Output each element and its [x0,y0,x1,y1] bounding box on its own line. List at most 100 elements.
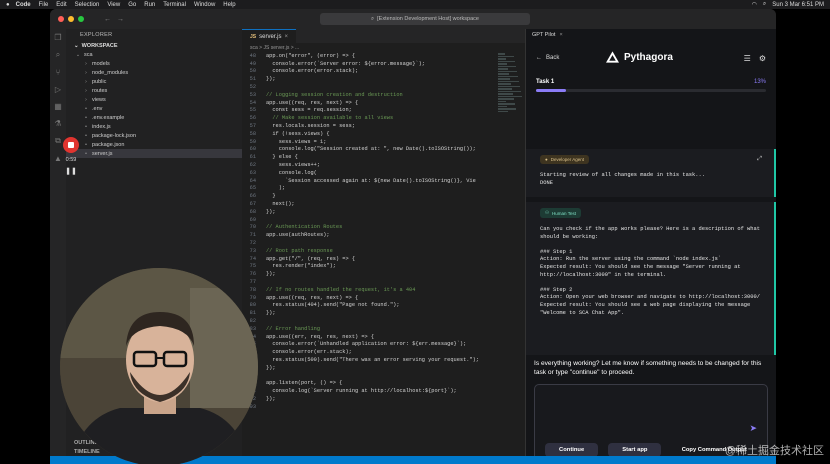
breadcrumb[interactable]: sca > JS server.js > ... [242,43,525,52]
gear-icon[interactable]: ⚙ [759,54,766,63]
search-icon[interactable]: ⌕ [763,1,766,8]
start-app-button[interactable]: Start app [608,443,662,457]
code-line[interactable]: 57 res.locals.session = sess; [242,122,525,130]
code-line[interactable]: 88}); [242,364,525,372]
code-line[interactable]: 81}); [242,309,525,317]
list-icon[interactable]: ☰ [744,54,751,63]
code-line[interactable]: 54 app.use((req, res, next) => { [242,99,525,107]
code-line[interactable]: 61 } else { [242,153,525,161]
close-icon[interactable]: × [284,34,288,40]
code-line[interactable]: 75 res.render("index"); [242,263,525,271]
wifi-icon[interactable]: ◠ [752,1,757,8]
tree-item[interactable]: › node_modules [66,68,242,77]
tree-item[interactable]: • .env.example [66,113,242,122]
workspace-section[interactable]: ⌄ WORKSPACE [66,41,242,50]
menu-code[interactable]: Code [16,2,31,8]
menu-terminal[interactable]: Terminal [163,2,186,8]
search-view-icon[interactable]: ⌕ [56,50,60,60]
tree-item[interactable]: • package.json [66,140,242,149]
code-line[interactable]: 77 [242,278,525,286]
menu-file[interactable]: File [39,2,49,8]
code-line[interactable]: 93 [242,403,525,411]
tree-item[interactable]: › models [66,59,242,68]
menu-help[interactable]: Help [223,2,235,8]
code-line[interactable]: 87 res.status(500).send("There was an er… [242,356,525,364]
code-line[interactable]: 52 [242,83,525,91]
command-center-search[interactable]: ⌕ [Extension Development Host] workspace [320,13,530,25]
code-line[interactable]: 76}); [242,270,525,278]
code-line[interactable]: 69 [242,216,525,224]
code-line[interactable]: 64 `Session accessed again at: ${new Dat… [242,177,525,185]
code-line[interactable]: 80 res.status(404).send("Page not found.… [242,302,525,310]
code-line[interactable]: 82 [242,317,525,325]
code-line[interactable]: 63 console.log( [242,169,525,177]
send-icon[interactable]: ➤ [749,423,757,434]
code-line[interactable]: 59 sess.views = 1; [242,138,525,146]
code-line[interactable]: 62 sess.views++; [242,161,525,169]
code-line[interactable]: 83// Error handling [242,325,525,333]
testing-icon[interactable]: ⚗ [54,119,61,128]
code-line[interactable]: 85 console.error(`Unhandled application … [242,340,525,348]
code-line[interactable]: 74 app.get("/", (req, res) => { [242,255,525,263]
code-line[interactable]: 53 // Logging session creation and destru… [242,91,525,99]
nav-back-icon[interactable]: ← [104,16,111,23]
clock[interactable]: Sun 3 Mar 6:51 PM [772,2,824,8]
code-line[interactable]: 78 // If no routes handled the request, i… [242,286,525,294]
code-line[interactable]: 71 app.use(authRoutes); [242,231,525,239]
expand-icon[interactable]: ⤢ [757,155,762,163]
extensions-icon[interactable]: ▦ [54,102,62,111]
tree-item[interactable]: • package-lock.json [66,131,242,140]
code-line[interactable]: 73 // Root path response [242,247,525,255]
code-line[interactable]: 58 if (!sess.views) { [242,130,525,138]
zoom-window-button[interactable] [78,16,84,22]
code-line[interactable]: 92}); [242,395,525,403]
code-line[interactable]: 89 [242,372,525,380]
nav-forward-icon[interactable]: → [117,16,124,23]
code-line[interactable]: 72 [242,239,525,247]
tree-item[interactable]: › routes [66,86,242,95]
menu-window[interactable]: Window [194,2,215,8]
code-line[interactable]: 60 console.log("Session created at: ", n… [242,146,525,154]
close-icon[interactable]: × [559,32,562,38]
continue-button[interactable]: Continue [545,443,599,457]
code-line[interactable]: 51}); [242,75,525,83]
run-debug-icon[interactable]: ▷ [55,85,61,94]
code-line[interactable]: 79 app.use((req, res, next) => { [242,294,525,302]
back-button[interactable]: ← Back [536,55,559,61]
tree-item[interactable]: • index.js [66,122,242,131]
code-line[interactable]: 86 console.error(err.stack); [242,348,525,356]
code-line[interactable]: 66 } [242,192,525,200]
minimize-window-button[interactable] [68,16,74,22]
code-line[interactable]: 55 const sess = req.session; [242,107,525,115]
tree-item[interactable]: • server.js [66,149,242,158]
code-line[interactable]: 84app.use((err, req, res, next) => { [242,333,525,341]
stop-recording-button[interactable] [63,137,79,153]
code-line[interactable]: 48 app.on("error", (error) => { [242,52,525,60]
minimap[interactable] [498,52,522,122]
tab-server-js[interactable]: JS server.js × [242,29,296,43]
tree-item[interactable]: ⌄ sca [66,50,242,59]
tree-item[interactable]: › public [66,77,242,86]
code-line[interactable]: 68}); [242,208,525,216]
code-editor[interactable]: 48 app.on("error", (error) => {49 console… [242,52,525,456]
code-line[interactable]: 56 // Make session available to all view… [242,114,525,122]
menu-selection[interactable]: Selection [75,2,100,8]
code-line[interactable]: 49 console.error(`Server error: ${error.… [242,60,525,68]
menu-view[interactable]: View [107,2,120,8]
code-line[interactable]: 90app.listen(port, () => { [242,379,525,387]
tree-item[interactable]: › views [66,95,242,104]
code-line[interactable]: 50 console.error(error.stack); [242,68,525,76]
apple-icon[interactable]: ● [6,2,10,8]
close-window-button[interactable] [58,16,64,22]
source-control-icon[interactable]: ⑂ [56,68,61,77]
gpt-pilot-tab[interactable]: GPT Pilot [532,32,555,38]
pause-icon[interactable]: ❚❚ [65,167,77,175]
explorer-icon[interactable]: ❐ [54,33,61,42]
code-line[interactable]: 67 next(); [242,200,525,208]
code-line[interactable]: 70 // Authentication Routes [242,224,525,232]
tree-item[interactable]: • .env [66,104,242,113]
code-line[interactable]: 91 console.log(`Server running at http:/… [242,387,525,395]
menu-go[interactable]: Go [128,2,136,8]
menu-edit[interactable]: Edit [56,2,66,8]
code-line[interactable]: 65 ); [242,185,525,193]
